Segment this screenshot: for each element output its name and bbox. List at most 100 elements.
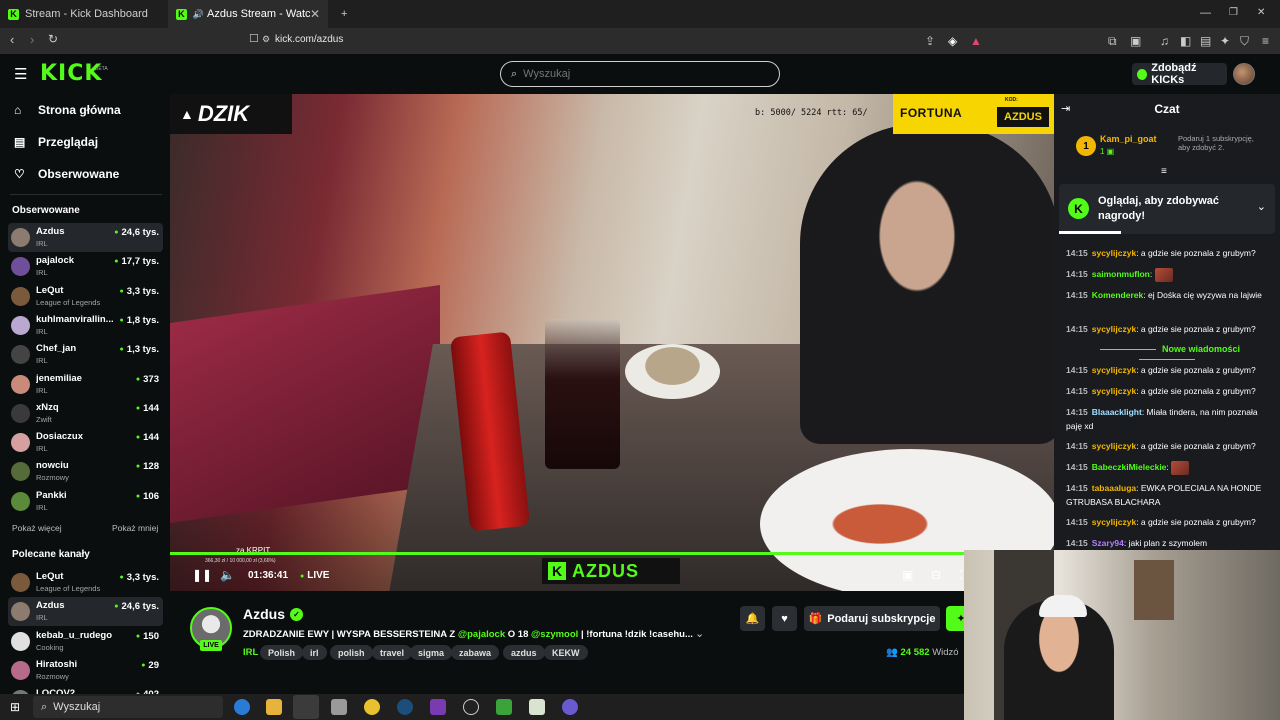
channel-row[interactable]: AzdusIRL24,6 tys. [8,597,163,627]
chevron-down-icon[interactable]: ⌄ [695,627,704,640]
miniplayer-icon[interactable]: ⊟ [931,568,941,582]
discord-icon[interactable] [562,699,578,715]
screenshot-icon[interactable]: ▣ [1130,34,1141,48]
windows-start-icon[interactable]: ⊞ [10,700,20,714]
theater-mode-icon[interactable]: ▣ [902,568,913,582]
tag-chip[interactable]: azdus [503,645,545,660]
video-player[interactable]: ▲ DZIK b: 5000/ 5224 rtt: 65/ FORTUNA KO… [170,94,1054,591]
brave-rewards-icon[interactable]: ▲ [970,34,982,48]
tag-chip[interactable]: KEKW [544,645,588,660]
kick-logo[interactable]: KICK [40,61,102,86]
site-info-icon[interactable]: ⚙ [262,34,270,45]
channel-row[interactable]: LeQutLeague of Legends3,3 tys. [8,282,163,311]
message-user[interactable]: sycylijczyk [1092,517,1136,527]
notepad-icon[interactable] [529,699,545,715]
chrome-icon[interactable] [364,699,380,715]
tag-chip[interactable]: polish [330,645,373,660]
brave-taskbar-icon[interactable] [293,695,319,719]
obs-icon[interactable] [463,699,479,715]
sidebar-icon[interactable]: ◧ [1180,34,1191,48]
vpn-icon[interactable]: ⛉ [1240,34,1249,49]
edge-icon[interactable] [234,699,250,715]
store-icon[interactable] [331,699,347,715]
message-user[interactable]: Blaaacklight [1092,407,1142,417]
channel-row[interactable]: nowciuRozmowy 128 [8,457,163,486]
bookmark-icon[interactable]: ☐ [249,32,259,45]
app-icon[interactable] [430,699,446,715]
follow-heart-button[interactable]: ♥ [772,606,797,631]
extensions-icon[interactable]: ⧉ [1108,34,1117,49]
mention-link[interactable]: @pajalock [458,629,505,640]
mention-link[interactable]: @szymool [531,629,578,640]
close-window-icon[interactable]: ✕ [1257,7,1265,18]
channel-row[interactable]: DosiaczuxIRL 144 [8,428,163,457]
channel-row[interactable]: xNzqZwift 144 [8,399,163,428]
gift-subscriptions-button[interactable]: 🎁 Podaruj subskrypcje [804,606,940,631]
channel-row[interactable]: Chef_janIRL 1,3 tys. [8,340,163,369]
channel-row[interactable]: jenemiliaeIRL 373 [8,370,163,399]
tab-azdus-stream[interactable]: K 🔊 Azdus Stream - Watch Live o ✕ [168,0,328,28]
message-user[interactable]: saimonmuflon [1092,269,1150,279]
chevron-down-icon[interactable]: ⌄ [1257,200,1266,213]
pinned-user[interactable]: Kam_pi_goat [1100,134,1157,144]
get-kicks-button[interactable]: Zdobądź KICKs [1132,62,1227,86]
brave-shield-icon[interactable]: ◈ [948,34,957,48]
taskbar-search[interactable]: ⌕ Wyszukaj [33,696,223,718]
url-field[interactable]: kick.com/azdus [275,34,343,45]
tag-chip[interactable]: Polish [260,645,304,660]
category-link[interactable]: IRL [243,647,258,658]
share-icon[interactable]: ⇪ [925,34,935,48]
steam-icon[interactable] [397,699,413,715]
tag-chip[interactable]: zabawa [451,645,500,660]
forward-icon[interactable]: › [30,32,34,47]
channel-row[interactable]: HiratoshiRozmowy 29 [8,656,163,685]
show-less-link[interactable]: Pokaż mniej [112,523,158,533]
channel-row[interactable]: pajalockIRL 17,7 tys. [8,252,163,281]
channel-row[interactable]: LeQutLeague of Legends3,3 tys. [8,568,163,597]
channel-avatar [11,257,30,277]
message-user[interactable]: Szary94 [1092,538,1124,548]
tab-kick-dashboard[interactable]: K Stream - Kick Dashboard [0,0,165,28]
hamburger-menu-icon[interactable]: ☰ [14,65,27,83]
message-user[interactable]: sycylijczyk [1092,324,1136,334]
minimize-icon[interactable]: — [1200,7,1211,19]
channel-row[interactable]: kuhlmanvirallin...IRL 1,8 tys. [8,311,163,340]
message-user[interactable]: sycylijczyk [1092,386,1136,396]
leo-ai-icon[interactable]: ✦ [1220,34,1230,48]
restore-icon[interactable]: ❐ [1229,7,1238,18]
search-input[interactable] [523,68,754,80]
user-avatar[interactable] [1233,63,1255,85]
channel-row[interactable]: kebab_u_rudegoCooking 150 [8,627,163,656]
message-user[interactable]: sycylijczyk [1092,248,1136,258]
sidebar-item-following[interactable]: ♡ Obserwowane [14,163,119,185]
tag-chip[interactable]: travel [372,645,413,660]
streamer-name[interactable]: Azdus [243,606,285,622]
sidebar-item-browse[interactable]: ▤ Przeglądaj [14,131,98,153]
show-more-link[interactable]: Pokaż więcej [12,523,62,533]
close-tab-icon[interactable]: ✕ [310,7,320,21]
message-user[interactable]: BabeczkiMieleckie [1092,462,1167,472]
message-user[interactable]: tabaaaluga [1092,483,1136,493]
back-icon[interactable]: ‹ [10,32,14,47]
file-explorer-icon[interactable] [266,699,282,715]
rewards-card[interactable]: K Oglądaj, aby zdobywać nagrody! ⌄ [1059,184,1275,234]
wallet-icon[interactable]: ▤ [1200,34,1211,48]
notification-bell-button[interactable]: 🔔 [740,606,765,631]
media-icon[interactable]: ♫ [1160,34,1169,48]
message-user[interactable]: sycylijczyk [1092,441,1136,451]
tag-chip[interactable]: sigma [410,645,453,660]
new-tab-button[interactable]: + [333,0,353,28]
sidebar-item-home[interactable]: ⌂ Strona główna [14,99,121,121]
tag-chip[interactable]: irl [302,645,327,660]
message-user[interactable]: Komenderek [1092,290,1144,300]
message-user[interactable]: sycylijczyk [1092,365,1136,375]
pinned-menu-icon[interactable]: ≡ [1161,166,1167,177]
channel-row[interactable]: PankkiIRL 106 [8,487,163,516]
media-player-icon[interactable] [496,699,512,715]
reload-icon[interactable]: ↻ [48,32,58,46]
menu-icon[interactable]: ≡ [1262,34,1269,48]
channel-row[interactable]: AzdusIRL24,6 tys. [8,223,163,252]
search-box[interactable]: ⌕ [500,61,780,87]
pause-icon[interactable]: ❚❚ [192,568,212,582]
volume-icon[interactable]: 🔈 [220,568,235,582]
